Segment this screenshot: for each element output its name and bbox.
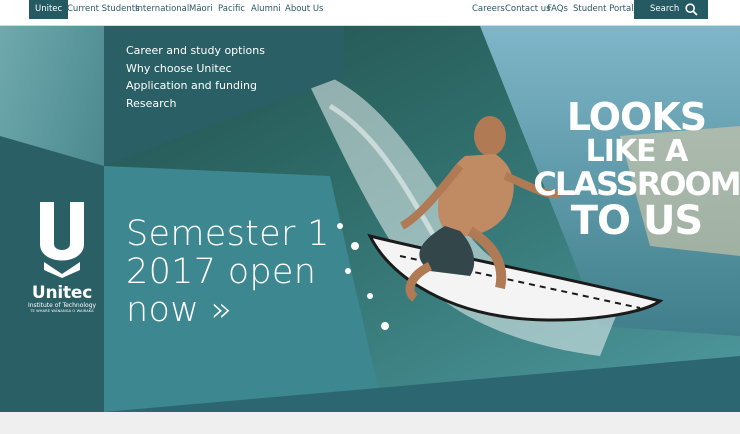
nav-link-student-portal[interactable]: Student Portal — [573, 0, 634, 19]
search-button[interactable]: Search — [634, 0, 708, 19]
search-icon — [685, 3, 698, 16]
slogan-line-2: LIKE A — [585, 134, 689, 169]
hero-banner[interactable]: Career and study options Why choose Unit… — [0, 26, 740, 412]
nav-link-about-us[interactable]: About Us — [285, 0, 323, 19]
top-navigation-bar: Unitec Current Students International Mā… — [0, 0, 740, 26]
search-label: Search — [650, 4, 680, 14]
page-footer-strip — [0, 412, 740, 434]
nav-link-contact-us[interactable]: Contact us — [505, 0, 551, 19]
menu-research[interactable]: Research — [126, 95, 265, 113]
logo-maori-name: TE WHARE WĀNANGA O WAIRAKA — [30, 309, 94, 313]
nav-link-alumni[interactable]: Alumni — [251, 0, 281, 19]
slogan-line-4: TO US — [570, 198, 704, 244]
nav-link-careers[interactable]: Careers — [472, 0, 505, 19]
nav-link-pacific[interactable]: Pacific — [218, 0, 245, 19]
hero-menu: Career and study options Why choose Unit… — [126, 42, 265, 112]
logo-subtitle: Institute of Technology — [27, 302, 97, 309]
nav-link-unitec[interactable]: Unitec — [29, 0, 69, 19]
logo-name: Unitec — [31, 283, 93, 303]
menu-application-and-funding[interactable]: Application and funding — [126, 77, 265, 95]
menu-why-choose-unitec[interactable]: Why choose Unitec — [126, 60, 265, 78]
menu-career-and-study-options[interactable]: Career and study options — [126, 42, 265, 60]
nav-link-international[interactable]: International — [135, 0, 189, 19]
nav-link-maori[interactable]: Māori — [189, 0, 213, 19]
slogan-line-1: LOOKS — [566, 95, 707, 139]
unitec-shield-icon — [40, 202, 84, 278]
nav-link-current-students[interactable]: Current Students — [67, 0, 140, 19]
unitec-logo[interactable]: Unitec Institute of Technology TE WHARE … — [26, 200, 98, 314]
slogan-line-3: CLASSROOM — [533, 165, 740, 203]
semester-headline-link[interactable]: Semester 1 2017 open now » — [126, 215, 346, 329]
nav-link-faqs[interactable]: FAQs — [547, 0, 568, 19]
hero-slogan: LOOKS LIKE A CLASSROOM TO US — [533, 98, 740, 241]
